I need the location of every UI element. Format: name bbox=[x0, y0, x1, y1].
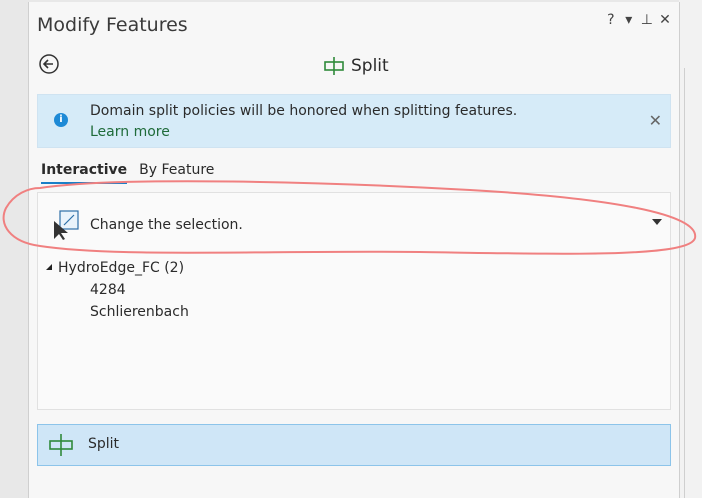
learn-more-link[interactable]: Learn more bbox=[90, 124, 170, 140]
split-icon bbox=[49, 434, 73, 456]
tree-item[interactable]: 4284 bbox=[46, 279, 189, 301]
change-selection-row[interactable]: Change the selection. bbox=[38, 193, 670, 251]
close-pane-icon[interactable]: ✕ bbox=[659, 12, 671, 28]
tab-bar: Interactive By Feature bbox=[41, 162, 214, 184]
split-icon bbox=[324, 57, 344, 75]
change-selection-icon bbox=[54, 210, 79, 240]
selection-tree: HydroEdge_FC (2) 4284 Schlierenbach bbox=[46, 257, 189, 323]
tab-interactive[interactable]: Interactive bbox=[41, 162, 128, 184]
pane-title: Modify Features bbox=[37, 14, 188, 36]
info-icon: i bbox=[54, 113, 68, 127]
right-side-strip bbox=[679, 0, 702, 498]
divider bbox=[684, 68, 685, 498]
help-icon[interactable]: ? bbox=[605, 12, 617, 28]
options-dropdown-icon[interactable]: ▾ bbox=[623, 12, 635, 28]
pane-window-controls: ? ▾ ⊥ ✕ bbox=[605, 12, 671, 28]
expand-triangle-icon[interactable] bbox=[46, 264, 52, 270]
modify-features-pane: Modify Features ? ▾ ⊥ ✕ Split i Domain s… bbox=[28, 2, 680, 498]
tab-by-feature[interactable]: By Feature bbox=[139, 162, 214, 184]
change-selection-label: Change the selection. bbox=[90, 217, 243, 233]
split-button[interactable]: Split bbox=[37, 424, 671, 466]
split-button-label: Split bbox=[88, 436, 120, 452]
tree-root-label: HydroEdge_FC (2) bbox=[58, 260, 185, 276]
info-banner: i Domain split policies will be honored … bbox=[37, 94, 671, 148]
selection-dropdown-icon[interactable] bbox=[652, 219, 662, 225]
pin-icon[interactable]: ⊥ bbox=[641, 12, 653, 28]
back-arrow-icon[interactable] bbox=[39, 54, 59, 74]
tree-node-root[interactable]: HydroEdge_FC (2) bbox=[46, 257, 189, 279]
selection-panel: Change the selection. HydroEdge_FC (2) 4… bbox=[37, 192, 671, 410]
tree-item[interactable]: Schlierenbach bbox=[46, 301, 189, 323]
banner-message: Domain split policies will be honored wh… bbox=[90, 103, 518, 119]
tool-header: Split bbox=[323, 56, 389, 76]
close-banner-icon[interactable]: ✕ bbox=[649, 111, 662, 130]
tool-title: Split bbox=[351, 56, 389, 76]
